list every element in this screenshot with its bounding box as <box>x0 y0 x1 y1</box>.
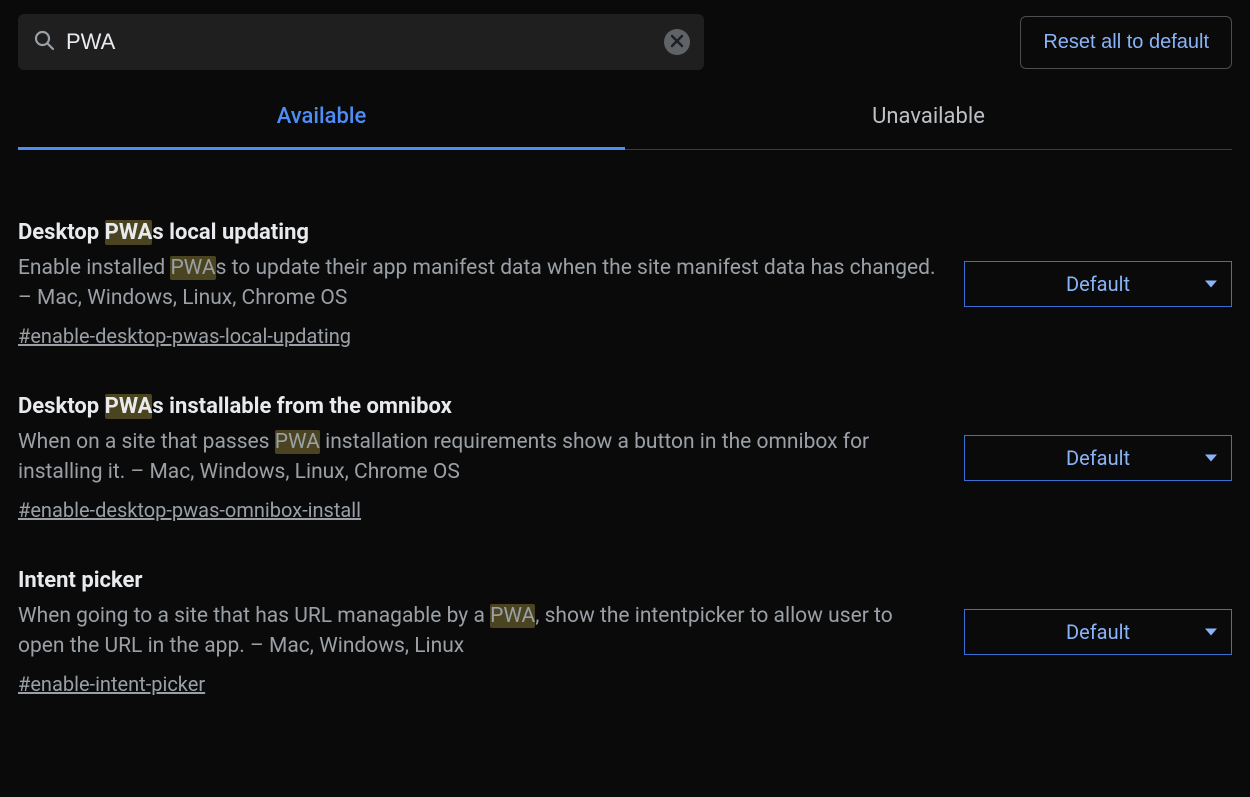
flag-state-dropdown[interactable]: Default <box>964 435 1232 481</box>
reset-all-button[interactable]: Reset all to default <box>1020 16 1232 69</box>
chevron-down-icon <box>1205 280 1217 287</box>
search-input[interactable] <box>56 29 664 55</box>
dropdown-label: Default <box>965 446 1231 470</box>
flag-hash-link[interactable]: #enable-intent-picker <box>18 672 205 696</box>
flag-text: Desktop PWAs installable from the omnibo… <box>18 394 940 522</box>
flag-text: Desktop PWAs local updating Enable insta… <box>18 220 940 348</box>
close-icon <box>670 33 684 52</box>
flag-text: Intent picker When going to a site that … <box>18 568 940 696</box>
flag-row: Desktop PWAs installable from the omnibo… <box>18 366 1232 540</box>
clear-search-button[interactable] <box>664 29 690 55</box>
tab-available[interactable]: Available <box>18 90 625 150</box>
tab-unavailable[interactable]: Unavailable <box>625 90 1232 150</box>
flag-hash-link[interactable]: #enable-desktop-pwas-omnibox-install <box>18 498 361 522</box>
flag-state-dropdown[interactable]: Default <box>964 609 1232 655</box>
flag-title: Intent picker <box>18 568 940 593</box>
flag-hash-link[interactable]: #enable-desktop-pwas-local-updating <box>18 324 351 348</box>
dropdown-label: Default <box>965 272 1231 296</box>
search-box <box>18 14 704 70</box>
tabs: Available Unavailable <box>18 90 1232 150</box>
flag-description: When going to a site that has URL managa… <box>18 601 940 662</box>
flag-row: Desktop PWAs local updating Enable insta… <box>18 180 1232 366</box>
flags-list: Desktop PWAs local updating Enable insta… <box>0 150 1250 714</box>
flag-description: Enable installed PWAs to update their ap… <box>18 253 940 314</box>
flag-description: When on a site that passes PWA installat… <box>18 427 940 488</box>
flag-title: Desktop PWAs installable from the omnibo… <box>18 394 940 419</box>
chevron-down-icon <box>1205 454 1217 461</box>
flag-state-dropdown[interactable]: Default <box>964 261 1232 307</box>
search-icon <box>32 28 56 56</box>
chevron-down-icon <box>1205 628 1217 635</box>
flag-title: Desktop PWAs local updating <box>18 220 940 245</box>
topbar: Reset all to default <box>0 0 1250 90</box>
dropdown-label: Default <box>965 620 1231 644</box>
flag-row: Intent picker When going to a site that … <box>18 540 1232 714</box>
